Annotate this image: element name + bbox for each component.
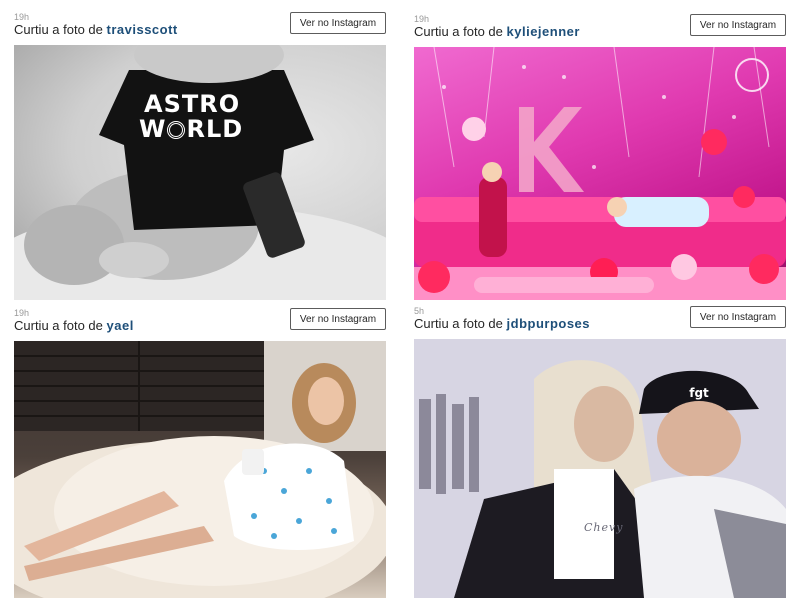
activity-prefix: Curtiu a foto de	[414, 24, 503, 39]
couple-photo-illustration: fgt	[414, 339, 786, 598]
activity-card: 19h Curtiu a foto de kyliejenner Ver no …	[414, 10, 786, 300]
view-on-instagram-button[interactable]: Ver no Instagram	[690, 306, 786, 328]
username-link[interactable]: jdbpurposes	[507, 316, 591, 331]
card-header: 19h Curtiu a foto de yael Ver no Instagr…	[14, 304, 386, 344]
activity-prefix: Curtiu a foto de	[14, 318, 103, 333]
party-photo-illustration	[414, 47, 786, 300]
shirt-text-astro: ASTRO	[144, 90, 241, 118]
activity-prefix: Curtiu a foto de	[414, 316, 503, 331]
card-header: 19h Curtiu a foto de travisscott Ver no …	[14, 8, 386, 48]
activity-prefix: Curtiu a foto de	[14, 22, 103, 37]
timestamp: 19h	[14, 308, 30, 318]
view-on-instagram-button[interactable]: Ver no Instagram	[290, 12, 386, 34]
shirt-text-world: W RLD	[139, 115, 243, 143]
timestamp: 5h	[414, 306, 425, 316]
timestamp: 19h	[14, 12, 30, 22]
view-on-instagram-button[interactable]: Ver no Instagram	[290, 308, 386, 330]
svg-text:fgt: fgt	[689, 386, 709, 400]
activity-text: Curtiu a foto de jdbpurposes	[414, 316, 590, 331]
activity-text: Curtiu a foto de yael	[14, 318, 134, 333]
baby-photo-illustration	[14, 45, 386, 300]
activity-text: Curtiu a foto de travisscott	[14, 22, 178, 37]
activity-card: 19h Curtiu a foto de yael Ver no Instagr…	[14, 304, 386, 598]
liked-photo[interactable]: fgt Chevy	[414, 339, 786, 598]
timestamp: 19h	[414, 14, 430, 24]
username-link[interactable]: yael	[107, 318, 134, 333]
liked-photo[interactable]	[414, 47, 786, 300]
chair-photo-illustration	[14, 341, 386, 598]
shirt-text-chevy: Chevy	[584, 521, 624, 534]
swirl-icon	[167, 121, 186, 139]
username-link[interactable]: travisscott	[107, 22, 178, 37]
activity-text: Curtiu a foto de kyliejenner	[414, 24, 580, 39]
card-header: 19h Curtiu a foto de kyliejenner Ver no …	[414, 10, 786, 50]
view-on-instagram-button[interactable]: Ver no Instagram	[690, 14, 786, 36]
username-link[interactable]: kyliejenner	[507, 24, 580, 39]
shirt-text-w: W	[139, 115, 167, 143]
liked-photo[interactable]: ASTRO W RLD	[14, 45, 386, 300]
liked-photo[interactable]	[14, 341, 386, 598]
activity-card: 19h Curtiu a foto de travisscott Ver no …	[14, 8, 386, 300]
activity-card: 5h Curtiu a foto de jdbpurposes Ver no I…	[414, 302, 786, 598]
shirt-text-rld: RLD	[186, 115, 244, 143]
card-header: 5h Curtiu a foto de jdbpurposes Ver no I…	[414, 302, 786, 342]
